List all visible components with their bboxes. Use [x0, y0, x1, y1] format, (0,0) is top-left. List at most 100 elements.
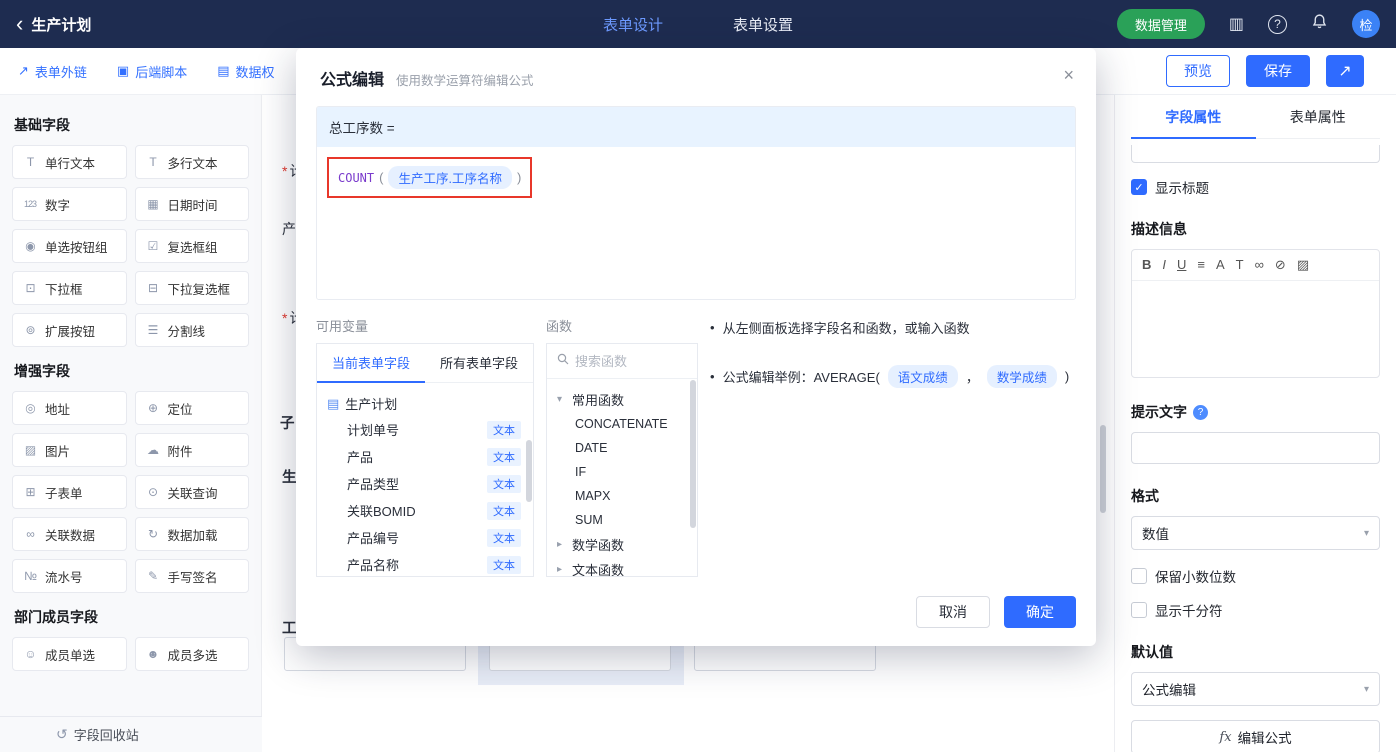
palette-item-member-single[interactable]: ☺ 成员单选: [12, 637, 127, 671]
underline-icon[interactable]: U: [1177, 257, 1186, 273]
form-root-node[interactable]: ▤ 生产计划: [327, 391, 523, 416]
palette-item-relation-data[interactable]: ∞ 关联数据: [12, 517, 127, 551]
thousand-sep-checkbox[interactable]: [1131, 602, 1147, 618]
function-group-math[interactable]: ▸ 数学函数: [557, 532, 687, 557]
share-button[interactable]: ↗: [1326, 55, 1364, 87]
palette-item-label: 数据加载: [167, 528, 218, 543]
bullet-icon: •: [710, 369, 715, 384]
palette-item-checkbox-group[interactable]: ☑ 复选框组: [134, 229, 249, 263]
palette-item-extend-button[interactable]: ⊚ 扩展按钮: [12, 313, 127, 347]
hint-help-icon[interactable]: ?: [1193, 404, 1208, 420]
back-chevron-icon[interactable]: ‹: [16, 13, 23, 35]
palette-item-radio-group[interactable]: ◉ 单选按钮组: [12, 229, 127, 263]
confirm-button[interactable]: 确定: [1004, 596, 1076, 628]
tab-current-form-fields[interactable]: 当前表单字段: [317, 344, 425, 383]
toolbar-actions: 预览 保存 ↗: [1166, 55, 1378, 87]
keep-decimal-label: 保留小数位数: [1155, 570, 1236, 585]
palette-item-relation-query[interactable]: ⊙ 关联查询: [134, 475, 249, 509]
italic-icon[interactable]: I: [1162, 257, 1166, 273]
type-badge: 文本: [487, 420, 521, 439]
tab-all-form-fields[interactable]: 所有表单字段: [425, 344, 533, 382]
description-textarea[interactable]: [1132, 281, 1379, 377]
function-item[interactable]: CONCATENATE: [557, 412, 687, 436]
palette-item-multi-dropdown[interactable]: ⊟ 下拉复选框: [134, 271, 249, 305]
data-manage-button[interactable]: 数据管理: [1116, 9, 1205, 39]
function-item[interactable]: IF: [557, 460, 687, 484]
search-input[interactable]: [575, 353, 675, 369]
palette-item-datetime[interactable]: ▦ 日期时间: [134, 187, 249, 221]
close-icon[interactable]: ×: [1063, 66, 1074, 84]
palette-item-signature[interactable]: ✎ 手写签名: [134, 559, 249, 593]
palette-item-label: 日期时间: [167, 198, 218, 213]
keep-decimal-checkbox[interactable]: [1131, 568, 1147, 584]
apps-icon[interactable]: ▥: [1229, 14, 1244, 34]
save-button[interactable]: 保存: [1246, 55, 1310, 87]
clipped-input[interactable]: [1131, 145, 1380, 163]
variable-row[interactable]: 产品编号 文本: [327, 524, 523, 551]
tab-field-properties[interactable]: 字段属性: [1131, 95, 1256, 139]
palette-item-member-multi[interactable]: ☻ 成员多选: [134, 637, 249, 671]
show-title-checkbox[interactable]: ✓: [1131, 179, 1147, 195]
function-token[interactable]: COUNT: [338, 171, 374, 185]
palette-item-label: 数字: [45, 198, 71, 213]
variable-row[interactable]: 产品 文本: [327, 443, 523, 470]
unlink-icon[interactable]: ⊘: [1275, 257, 1286, 273]
palette-item-attachment[interactable]: ☁ 附件: [134, 433, 249, 467]
field-recycle-bin[interactable]: ↺ 字段回收站: [0, 716, 262, 752]
function-item[interactable]: SUM: [557, 508, 687, 532]
help-line-1: • 从左侧面板选择字段名和函数，或输入函数: [710, 318, 1076, 337]
palette-item-location[interactable]: ⊕ 定位: [134, 391, 249, 425]
variable-row[interactable]: 关联BOMID 文本: [327, 497, 523, 524]
functions-scrollbar[interactable]: [690, 380, 696, 528]
palette-item-image[interactable]: ▨ 图片: [12, 433, 127, 467]
palette-item-single-text[interactable]: T 单行文本: [12, 145, 127, 179]
font-size-icon[interactable]: T: [1236, 257, 1244, 273]
default-value: 公式编辑: [1142, 683, 1196, 698]
canvas-scrollbar[interactable]: [1100, 425, 1106, 513]
format-select[interactable]: 数值 ▾: [1131, 516, 1380, 550]
form-external-link[interactable]: ↗ 表单外链: [18, 62, 87, 81]
default-value-select[interactable]: 公式编辑 ▾: [1131, 672, 1380, 706]
tab-form-properties[interactable]: 表单属性: [1256, 95, 1381, 138]
function-group-text[interactable]: ▸ 文本函数: [557, 557, 687, 576]
function-group-common[interactable]: ▾ 常用函数: [557, 387, 687, 412]
align-icon[interactable]: ≡: [1197, 257, 1205, 273]
edit-formula-button[interactable]: fx 编辑公式: [1131, 720, 1380, 752]
palette-item-multi-text[interactable]: T 多行文本: [134, 145, 249, 179]
bell-icon[interactable]: [1311, 13, 1328, 35]
function-item[interactable]: MAPX: [557, 484, 687, 508]
palette-item-dropdown[interactable]: ⊡ 下拉框: [12, 271, 127, 305]
help-icon[interactable]: ?: [1268, 14, 1287, 34]
tab-form-settings[interactable]: 表单设置: [733, 14, 793, 35]
field-token[interactable]: 生产工序.工序名称: [388, 166, 512, 189]
palette-item-label: 多行文本: [167, 156, 218, 171]
palette-item-subform[interactable]: ⊞ 子表单: [12, 475, 127, 509]
palette-item-serial-number[interactable]: № 流水号: [12, 559, 127, 593]
function-item[interactable]: DATE: [557, 436, 687, 460]
variable-row[interactable]: 产品类型 文本: [327, 470, 523, 497]
tab-form-design[interactable]: 表单设计: [603, 14, 663, 35]
palette-item-data-load[interactable]: ↻ 数据加载: [134, 517, 249, 551]
palette-item-divider[interactable]: ☰ 分割线: [134, 313, 249, 347]
member-fields-grid: ☺ 成员单选 ☻ 成员多选: [12, 637, 249, 671]
variable-row[interactable]: 计划单号 文本: [327, 416, 523, 443]
help-column: • 从左侧面板选择字段名和函数，或输入函数 • 公式编辑举例：AVERAGE( …: [710, 316, 1076, 577]
cancel-button[interactable]: 取消: [916, 596, 990, 628]
link-icon[interactable]: ∞: [1255, 257, 1264, 273]
palette-item-address[interactable]: ◎ 地址: [12, 391, 127, 425]
variables-scrollbar[interactable]: [526, 440, 532, 502]
palette-item-label: 单行文本: [45, 156, 96, 171]
section-title-member: 部门成员字段: [14, 609, 98, 625]
backend-script-link[interactable]: ▣ 后端脚本: [117, 62, 187, 81]
hint-text-input[interactable]: [1131, 432, 1380, 464]
close-paren: ): [516, 170, 522, 185]
bold-icon[interactable]: B: [1142, 257, 1151, 273]
insert-image-icon[interactable]: ▨: [1297, 257, 1309, 273]
preview-button[interactable]: 预览: [1166, 55, 1230, 87]
formula-input-area[interactable]: COUNT ( 生产工序.工序名称 ): [317, 147, 1075, 299]
font-color-icon[interactable]: A: [1216, 257, 1225, 273]
palette-item-number[interactable]: 123 数字: [12, 187, 127, 221]
data-permission-link[interactable]: ▤ 数据权: [217, 62, 274, 81]
avatar[interactable]: 检: [1352, 10, 1380, 38]
variable-row[interactable]: 产品名称 文本: [327, 551, 523, 576]
